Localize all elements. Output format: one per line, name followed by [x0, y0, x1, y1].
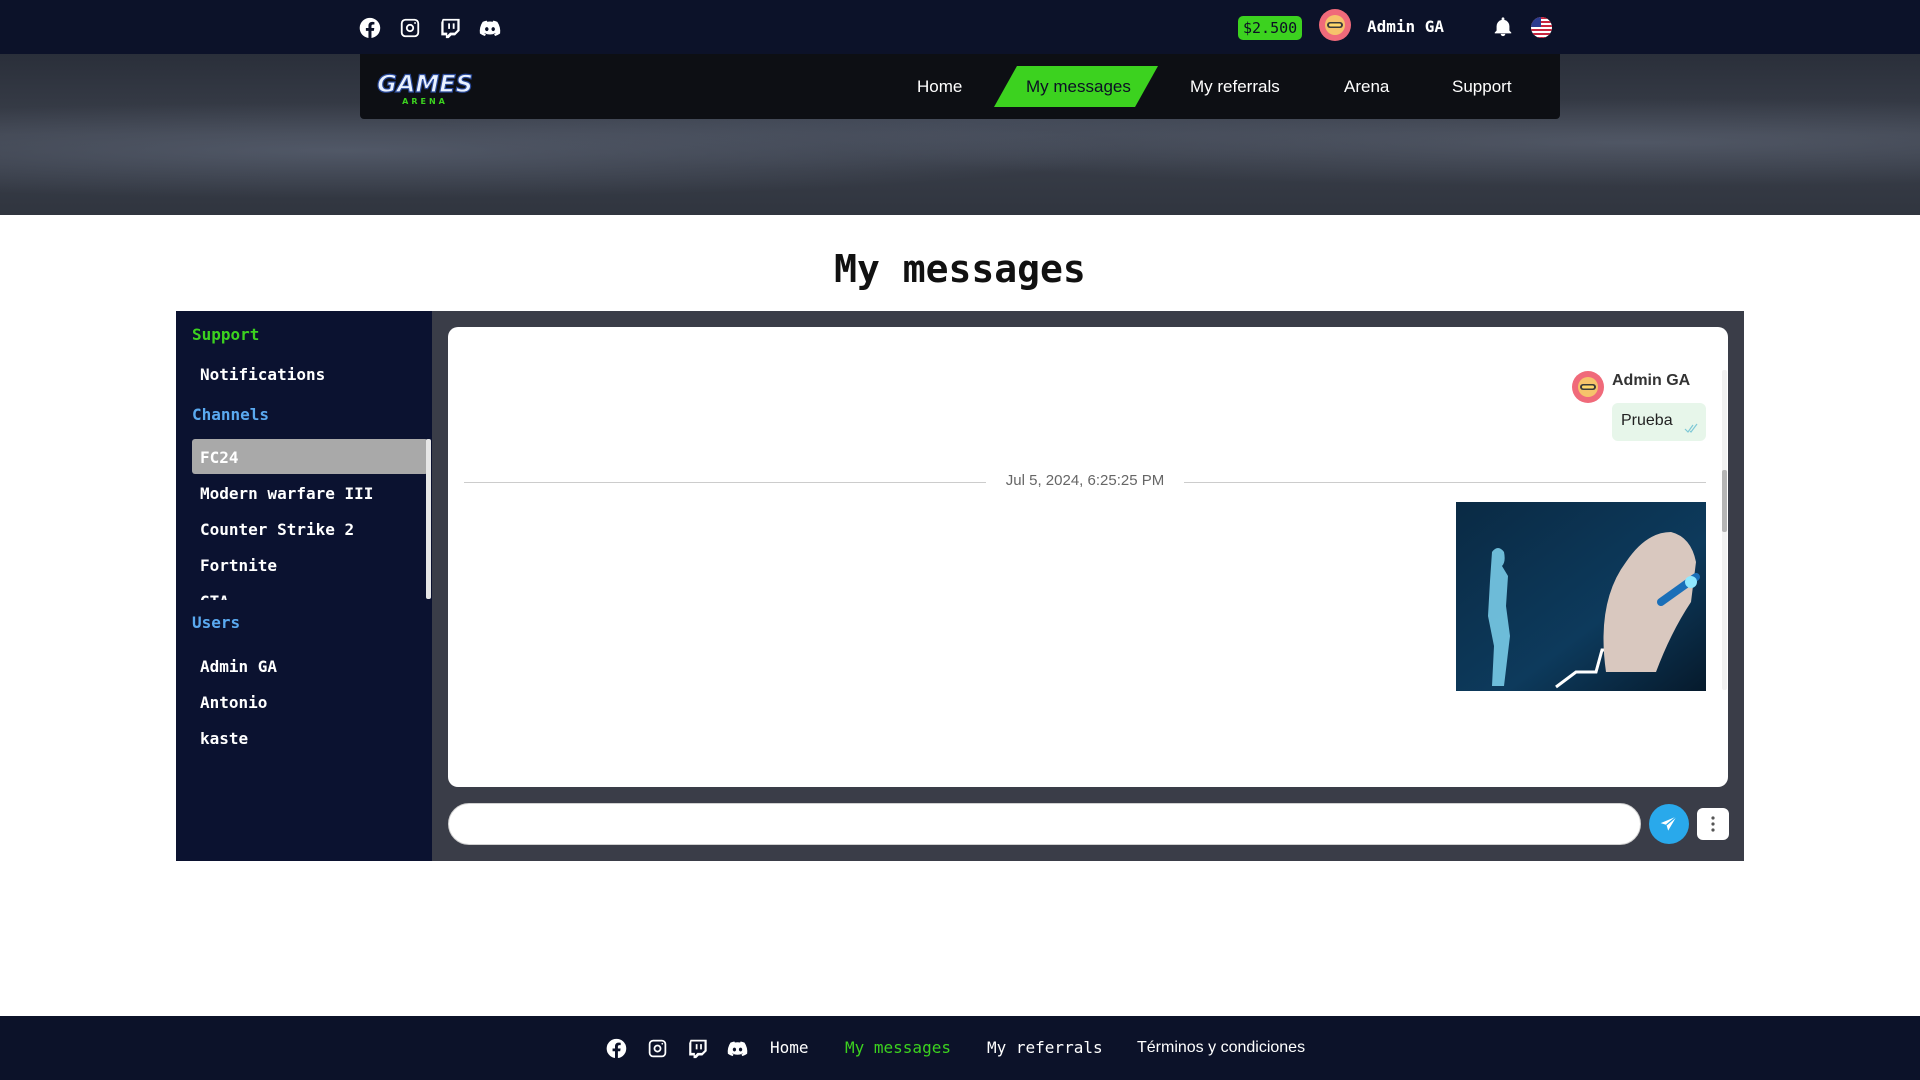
instagram-icon[interactable] — [645, 1036, 669, 1060]
discord-icon[interactable] — [478, 16, 502, 40]
games-arena-logo[interactable]: GAMES ARENA — [375, 66, 475, 108]
page-title: My messages — [834, 247, 1086, 291]
facebook-icon[interactable] — [358, 16, 382, 40]
sidebar-item-notifications[interactable]: Notifications — [200, 365, 325, 384]
user-antonio[interactable]: Antonio — [200, 693, 267, 712]
send-button[interactable] — [1649, 804, 1689, 844]
nav-support[interactable]: Support — [1452, 76, 1512, 98]
read-check-icon — [1684, 420, 1698, 433]
nav-home[interactable]: Home — [917, 76, 962, 98]
logo-text: GAMES — [377, 70, 473, 98]
footer — [0, 1016, 1920, 1080]
message-input[interactable] — [448, 803, 1641, 845]
send-icon — [1660, 816, 1677, 831]
footer-link-my-messages[interactable]: My messages — [845, 1037, 951, 1059]
messages-scrollbar[interactable] — [1722, 470, 1727, 532]
date-divider-left — [464, 482, 986, 483]
channel-counter-strike[interactable]: Counter Strike 2 — [200, 520, 354, 539]
channel-fc24[interactable]: FC24 — [200, 448, 239, 467]
nav-arena[interactable]: Arena — [1344, 76, 1389, 98]
more-vertical-icon — [1711, 816, 1715, 832]
instagram-icon[interactable] — [398, 16, 422, 40]
channel-fortnite[interactable]: Fortnite — [200, 556, 277, 575]
more-options-button[interactable] — [1697, 808, 1729, 840]
balance-badge[interactable]: $2.500 — [1238, 16, 1303, 40]
discord-icon[interactable] — [725, 1036, 749, 1060]
users-heading: Users — [192, 613, 241, 632]
date-divider-right — [1184, 482, 1706, 483]
footer-link-my-referrals[interactable]: My referrals — [987, 1037, 1103, 1059]
bell-icon[interactable] — [1492, 16, 1514, 38]
user-name[interactable]: Admin GA — [1367, 16, 1444, 38]
user-admin-ga[interactable]: Admin GA — [200, 657, 277, 676]
user-avatar[interactable] — [1318, 8, 1352, 42]
footer-link-terms[interactable]: Términos y condiciones — [1137, 1037, 1305, 1059]
message-text: Prueba — [1621, 412, 1673, 429]
twitch-icon[interactable] — [438, 16, 462, 40]
date-separator: Jul 5, 2024, 6:25:25 PM — [1005, 472, 1165, 489]
channel-gta[interactable]: GTA — [200, 592, 229, 600]
channel-modern-warfare[interactable]: Modern warfare III — [200, 484, 373, 503]
user-kaste[interactable]: kaste — [200, 729, 248, 748]
channel-scrollbar[interactable] — [426, 439, 431, 599]
footer-link-home[interactable]: Home — [770, 1037, 809, 1059]
facebook-icon[interactable] — [604, 1036, 628, 1060]
message-author: Admin GA — [1612, 372, 1691, 389]
support-heading[interactable]: Support — [192, 325, 259, 344]
nav-my-messages[interactable]: My messages — [1026, 76, 1131, 98]
message-image[interactable] — [1456, 502, 1706, 691]
logo-subtext: ARENA — [402, 97, 448, 106]
twitch-icon[interactable] — [685, 1036, 709, 1060]
nav-my-referrals[interactable]: My referrals — [1190, 76, 1280, 98]
us-flag-icon[interactable] — [1531, 17, 1552, 38]
message-avatar — [1571, 370, 1605, 404]
channels-heading: Channels — [192, 405, 270, 424]
channel-list-scroll[interactable]: Modern warfare III Counter Strike 2 Fort… — [192, 474, 428, 600]
top-bar — [0, 0, 1920, 54]
